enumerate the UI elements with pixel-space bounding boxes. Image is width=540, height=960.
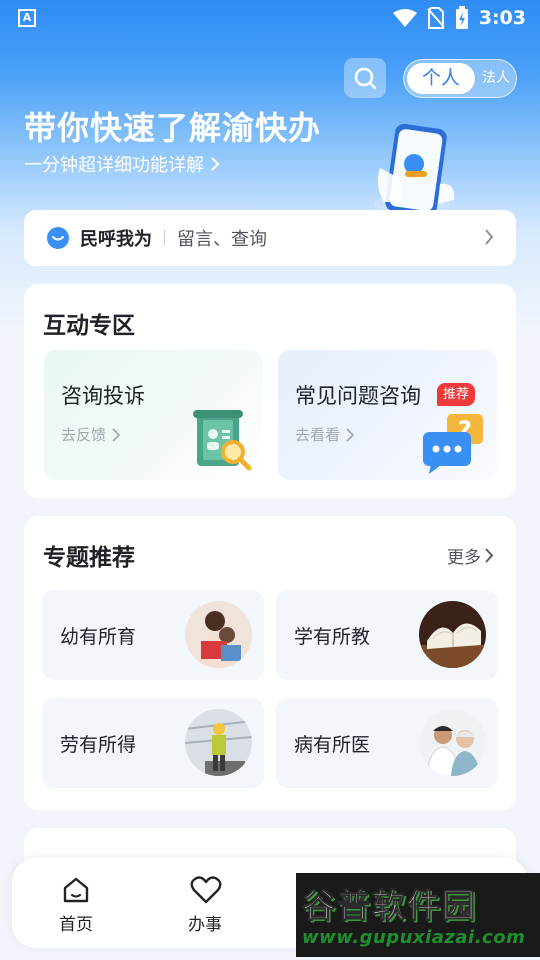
tile-title: 常见问题咨询: [295, 384, 421, 408]
nav-item-home[interactable]: 首页: [31, 858, 121, 948]
chevron-right-icon: [346, 427, 355, 442]
topic-item-healthcare[interactable]: 病有所医: [276, 698, 498, 788]
notice-text: 留言、查询: [177, 229, 267, 250]
more-link[interactable]: 更多: [447, 543, 494, 568]
tile-subtitle: 去看看: [295, 424, 355, 445]
chevron-right-icon: [485, 229, 494, 245]
heart-icon: [190, 876, 222, 904]
interact-section: 互动专区 咨询投诉 去反馈 常见问题咨询 推荐 去看看 ?: [24, 284, 516, 498]
topic-label: 劳有所得: [60, 734, 137, 756]
tile-subtitle: 去反馈: [61, 424, 121, 445]
hero-subtitle-link[interactable]: 一分钟超详细功能详解: [24, 151, 220, 177]
nav-label: 首页: [59, 915, 93, 935]
status-time: 3:03: [478, 7, 526, 29]
app-notification-icon: A: [18, 9, 36, 27]
topic-label: 学有所教: [294, 626, 371, 648]
question-chat-icon: ?: [423, 414, 483, 474]
topics-section: 专题推荐 更多 幼有所育 学有所教 劳有所得 病有所医: [24, 516, 516, 810]
role-personal-option[interactable]: 个人: [407, 63, 475, 94]
chat-bubble-icon: [47, 227, 69, 249]
topic-item-employment[interactable]: 劳有所得: [42, 698, 264, 788]
chevron-right-icon: [112, 427, 121, 442]
search-button[interactable]: [344, 58, 386, 98]
phone-in-hand-illustration: [374, 124, 455, 217]
topic-item-childcare[interactable]: 幼有所育: [42, 590, 264, 680]
topic-label: 幼有所育: [60, 626, 137, 648]
tile-sub-text: 去看看: [295, 426, 341, 444]
faq-tile[interactable]: 常见问题咨询 推荐 去看看 ?: [278, 350, 497, 480]
battery-charging-icon: [455, 6, 468, 29]
document-search-icon: [193, 410, 252, 471]
chevron-right-icon: [211, 157, 220, 171]
notice-brand: 民呼我为: [80, 229, 152, 250]
watermark-url: www.gupuxiazai.com: [302, 927, 526, 948]
topic-label: 病有所医: [294, 734, 371, 756]
hero-subtitle-text: 一分钟超详细功能详解: [24, 155, 204, 176]
notice-divider: [164, 230, 165, 246]
search-icon: [354, 67, 377, 90]
role-legal-option[interactable]: 法人: [478, 63, 514, 94]
chevron-right-icon: [485, 548, 494, 563]
more-label: 更多: [447, 548, 481, 568]
notice-bar[interactable]: 民呼我为 留言、查询: [24, 210, 516, 266]
section-title: 互动专区: [43, 313, 135, 339]
topic-item-education[interactable]: 学有所教: [276, 590, 498, 680]
no-sim-icon: [426, 7, 445, 29]
watermark: 谷普软件园 www.gupuxiazai.com: [296, 873, 540, 957]
home-icon: [63, 877, 89, 903]
watermark-logo: 谷普软件园: [302, 886, 477, 926]
consult-complaint-tile[interactable]: 咨询投诉 去反馈: [44, 350, 263, 480]
tile-title: 咨询投诉: [61, 384, 145, 408]
section-title: 专题推荐: [43, 545, 135, 571]
wifi-icon: [392, 9, 417, 27]
mother-child-photo: [185, 601, 252, 668]
nav-item-affairs[interactable]: 办事: [160, 858, 250, 948]
hero-title: 带你快速了解渝快办: [24, 109, 322, 147]
status-icons: 3:03: [392, 6, 526, 30]
role-toggle[interactable]: 个人 法人: [403, 59, 517, 98]
open-book-photo: [419, 601, 486, 668]
doctor-elderly-photo: [419, 709, 486, 776]
tile-sub-text: 去反馈: [61, 426, 107, 444]
worker-photo: [185, 709, 252, 776]
recommend-badge: 推荐: [437, 383, 476, 406]
status-bar: A 3:03: [0, 0, 540, 38]
nav-label: 办事: [188, 915, 222, 935]
